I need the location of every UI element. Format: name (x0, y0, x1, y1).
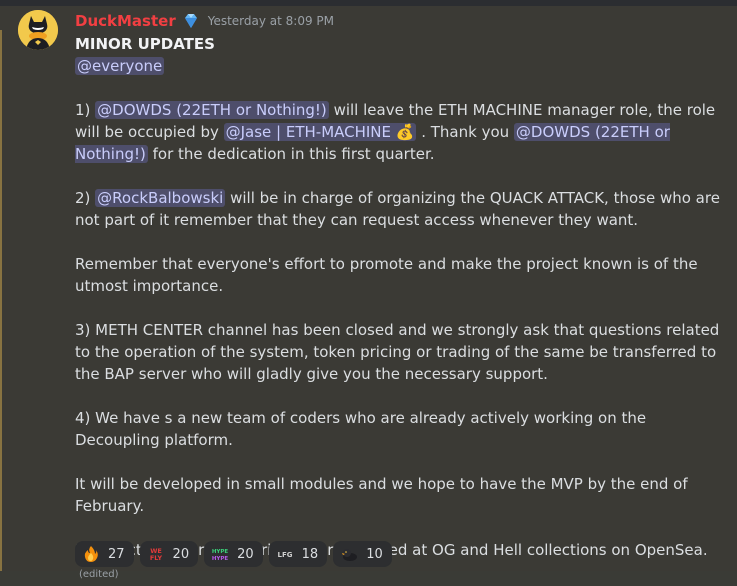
hype-emoji-icon: HYPE HYPE (212, 549, 229, 562)
message-content: MINOR UPDATES @everyone 1) @DOWDS (22ETH… (75, 33, 725, 586)
mention-everyone[interactable]: @everyone (75, 57, 165, 75)
message-header: DuckMaster Yesterday at 8:09 PM (75, 10, 334, 32)
paragraph-4: 3) METH CENTER channel has been closed a… (75, 321, 720, 383)
lfg-emoji-icon: LFG (277, 551, 292, 559)
svg-text:LFG: LFG (277, 551, 292, 559)
p1-prefix: 1) (75, 101, 96, 119)
mention-jase[interactable]: @Jase | ETH-MACHINE 💰 (223, 123, 417, 141)
paragraph-3: Remember that everyone's effort to promo… (75, 255, 698, 295)
paragraph-2: 2) @RockBalbowski will be in charge of o… (75, 187, 725, 231)
message-timestamp[interactable]: Yesterday at 8:09 PM (208, 14, 334, 28)
reaction-count: 20 (237, 546, 254, 562)
username[interactable]: DuckMaster (75, 12, 176, 30)
reactions-bar: 27 WE FLY 20 HYPE HYPE 20 LFG 18 10 (75, 541, 392, 567)
svg-text:HYPE: HYPE (212, 549, 229, 555)
reaction-hype[interactable]: HYPE HYPE 20 (204, 541, 263, 567)
paragraph-6: It will be developed in small modules an… (75, 475, 688, 515)
nitro-gem-icon[interactable] (182, 12, 200, 30)
message-title: MINOR UPDATES (75, 35, 215, 53)
reaction-we-fly[interactable]: WE FLY 20 (139, 541, 199, 567)
p1-end: for the dedication in this first quarter… (147, 145, 435, 163)
p1-mid2: . Thank you (416, 123, 514, 141)
avatar[interactable] (18, 10, 58, 50)
paragraph-5: 4) We have s a new team of coders who ar… (75, 409, 647, 449)
reaction-count: 27 (108, 546, 125, 562)
batman-duck-avatar-icon (18, 10, 58, 50)
reaction-count: 20 (172, 546, 190, 562)
reaction-count: 18 (301, 546, 319, 562)
mention-dowds[interactable]: @DOWDS (22ETH or Nothing!) (95, 101, 329, 119)
reaction-duck[interactable]: 10 (333, 541, 392, 567)
mention-rockbalbowski[interactable]: @RockBalbowski (95, 189, 226, 207)
reaction-count: 10 (366, 546, 383, 562)
reaction-lfg[interactable]: LFG 18 (268, 541, 328, 567)
paragraph-1: 1) @DOWDS (22ETH or Nothing!) will leave… (75, 99, 725, 165)
svg-text:HYPE: HYPE (212, 556, 229, 562)
svg-text:FLY: FLY (149, 554, 162, 562)
duck-emoji-icon (342, 549, 358, 561)
mention-highlight-bar (0, 30, 2, 571)
we-fly-emoji-icon: WE FLY (149, 547, 162, 562)
fire-emoji-icon (84, 546, 98, 562)
p2-prefix: 2) (75, 189, 96, 207)
reaction-fire[interactable]: 27 (75, 541, 134, 567)
